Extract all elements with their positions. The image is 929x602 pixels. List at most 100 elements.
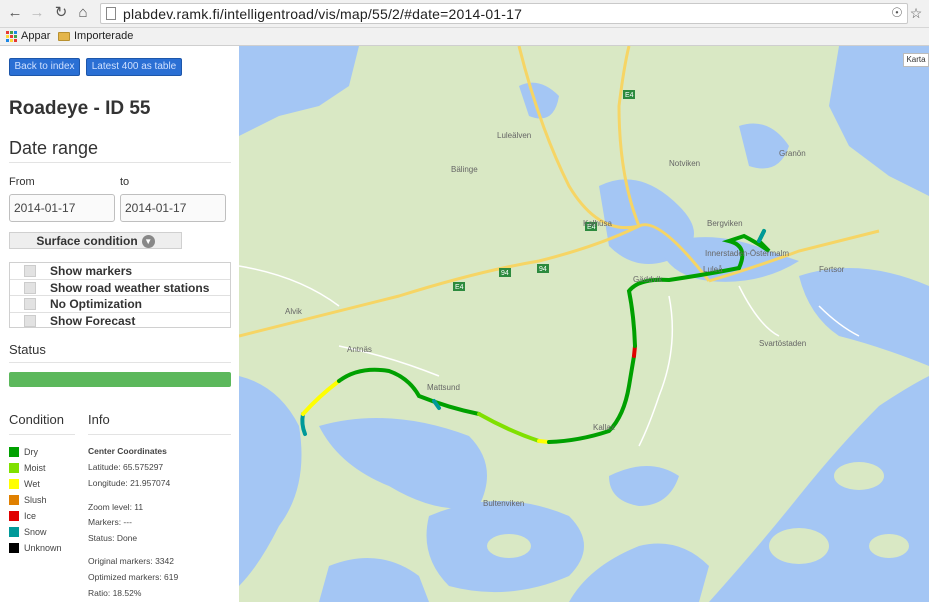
legend-label: Moist — [24, 463, 46, 473]
road-label: 94 — [501, 270, 509, 277]
place-label: Alvik — [285, 307, 303, 316]
condition-heading: Condition — [9, 412, 64, 427]
legend-swatch — [9, 511, 19, 521]
star-icon[interactable]: ☆ — [907, 4, 925, 22]
apps-grid-icon — [6, 30, 17, 42]
to-date-input[interactable]: 2014-01-17 — [120, 194, 226, 222]
latitude-text: Latitude: 65.575297 — [88, 462, 164, 472]
map-canvas[interactable]: E4 94 E4 94 E4 Luleälven Bälinge Alvik A… — [239, 46, 929, 602]
option-label: Show markers — [50, 264, 133, 278]
place-label: Mattsund — [427, 383, 460, 392]
center-coordinates-title: Center Coordinates — [88, 446, 167, 456]
legend-item: Slush — [9, 495, 47, 505]
map-view[interactable]: E4 94 E4 94 E4 Luleälven Bälinge Alvik A… — [239, 46, 929, 602]
map-type-button[interactable]: Karta — [903, 53, 929, 67]
option-label: Show road weather stations — [50, 280, 210, 295]
from-label: From — [9, 176, 35, 188]
reload-icon[interactable]: ↻ — [52, 4, 70, 22]
ratio-text: Ratio: 18.52% — [88, 588, 142, 598]
legend-label: Dry — [24, 447, 38, 457]
checkbox[interactable] — [24, 298, 36, 310]
road-label: 94 — [539, 266, 547, 273]
place-label: Notviken — [669, 159, 700, 168]
original-markers-text: Original markers: 3342 — [88, 556, 174, 566]
options-list: Show markers Show road weather stations … — [9, 262, 231, 328]
road-label: E4 — [625, 92, 634, 99]
divider — [88, 434, 231, 435]
zoom-text: Zoom level: 11 — [88, 502, 144, 512]
date-range-heading: Date range — [9, 138, 99, 158]
checkbox[interactable] — [24, 265, 36, 277]
place-label: Kalhüsa — [583, 219, 612, 228]
legend-swatch — [9, 495, 19, 505]
legend-label: Slush — [24, 495, 47, 505]
legend-label: Snow — [24, 527, 47, 537]
legend-item: Unknown — [9, 543, 62, 553]
legend-item: Wet — [9, 479, 40, 489]
option-no-optimization[interactable]: No Optimization — [10, 296, 230, 313]
place-label: Fertsor — [819, 265, 845, 274]
location-icon[interactable]: ☉ — [888, 4, 906, 22]
place-label: Luleälven — [497, 131, 531, 140]
legend-swatch — [9, 479, 19, 489]
place-label: Kallax — [593, 423, 615, 432]
status-progress-bar — [9, 372, 231, 387]
option-label: Show Forecast — [50, 313, 136, 328]
bookmark-apps[interactable]: Appar — [6, 30, 50, 42]
legend-item: Ice — [9, 511, 36, 521]
browser-toolbar: ← → ↻ ⌂ plabdev.ramk.fi/intelligentroad/… — [0, 0, 929, 28]
option-show-road-weather-stations[interactable]: Show road weather stations — [10, 280, 230, 296]
back-to-index-button[interactable]: Back to index — [9, 58, 80, 76]
optimized-markers-text: Optimized markers: 619 — [88, 572, 179, 582]
place-label: Granön — [779, 149, 806, 158]
legend-label: Ice — [24, 511, 37, 521]
home-icon[interactable]: ⌂ — [74, 4, 92, 22]
legend-swatch — [9, 447, 19, 457]
markers-text: Markers: --- — [88, 517, 132, 527]
place-label: Antnäs — [347, 345, 372, 354]
checkbox[interactable] — [24, 281, 36, 294]
bookmark-imported[interactable]: Importerade — [58, 30, 133, 42]
bookmark-apps-label: Appar — [21, 30, 51, 42]
bookmarks-bar: Appar Importerade — [0, 28, 929, 46]
legend-label: Unknown — [24, 543, 62, 553]
forward-arrow-icon[interactable]: → — [28, 4, 46, 22]
place-label: Svartöstaden — [759, 339, 806, 348]
legend-swatch — [9, 527, 19, 537]
place-label: Innerstaden-Östermalm — [705, 249, 789, 258]
legend-item: Snow — [9, 527, 47, 537]
sidebar: Back to index Latest 400 as table Roadey… — [0, 46, 239, 602]
legend-item: Moist — [9, 463, 46, 473]
status-heading: Status — [9, 342, 46, 357]
option-show-forecast[interactable]: Show Forecast — [10, 313, 230, 330]
legend-label: Wet — [24, 479, 40, 489]
legend-item: Dry — [9, 447, 38, 457]
latest-as-table-button[interactable]: Latest 400 as table — [86, 58, 182, 76]
option-show-markers[interactable]: Show markers — [10, 263, 230, 280]
to-label: to — [120, 176, 130, 188]
url-text: plabdev.ramk.fi/intelligentroad/vis/map/… — [123, 6, 523, 22]
from-date-input[interactable]: 2014-01-17 — [9, 194, 115, 222]
legend-swatch — [9, 543, 19, 553]
option-label: No Optimization — [50, 297, 142, 311]
divider — [9, 434, 75, 435]
surface-condition-label: Surface condition — [36, 234, 138, 248]
legend-swatch — [9, 463, 19, 473]
folder-icon — [58, 31, 70, 41]
bookmark-imported-label: Importerade — [74, 30, 134, 42]
road-label: E4 — [455, 284, 464, 291]
divider — [9, 162, 231, 163]
place-label: Bälinge — [451, 165, 478, 174]
page-title: Roadeye - ID 55 — [9, 98, 151, 119]
back-arrow-icon[interactable]: ← — [6, 4, 24, 22]
checkbox[interactable] — [24, 314, 36, 327]
place-label: Gäddvik — [633, 275, 663, 284]
divider — [9, 362, 231, 363]
address-bar[interactable]: plabdev.ramk.fi/intelligentroad/vis/map/… — [100, 3, 908, 24]
status-text: Status: Done — [88, 533, 138, 543]
surface-condition-select[interactable]: Surface condition ▼ — [9, 232, 182, 249]
info-heading: Info — [88, 412, 110, 427]
chevron-down-icon: ▼ — [141, 235, 155, 249]
place-label: Bultenviken — [483, 499, 524, 508]
longitude-text: Longitude: 21.957074 — [88, 478, 171, 488]
